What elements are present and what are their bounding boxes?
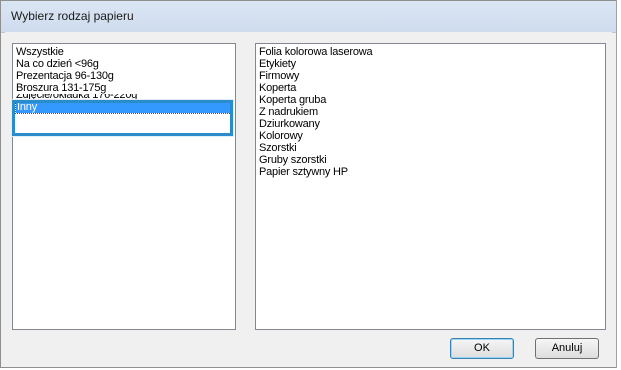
list-item[interactable]: Koperta — [256, 82, 605, 94]
paper-type-list[interactable]: Folia kolorowa laserowa Etykiety Firmowy… — [255, 43, 606, 330]
list-item[interactable]: Szorstki — [256, 142, 605, 154]
list-item[interactable]: Kolorowy — [256, 130, 605, 142]
list-item-brochure[interactable]: Broszura 131-175g — [13, 82, 235, 94]
list-item-everyday[interactable]: Na co dzień <96g — [13, 58, 235, 70]
title-bar: Wybierz rodzaj papieru — [1, 1, 616, 33]
list-item[interactable]: Papier sztywny HP — [256, 166, 605, 178]
list-item[interactable]: Gruby szorstki — [256, 154, 605, 166]
ok-button[interactable]: OK — [450, 338, 514, 359]
list-item[interactable]: Dziurkowany — [256, 118, 605, 130]
list-item[interactable]: Z nadrukiem — [256, 106, 605, 118]
selection-callout-frame — [12, 100, 233, 136]
dialog-body: Wszystkie Na co dzień <96g Prezentacja 9… — [5, 32, 612, 363]
paper-type-dialog: Wybierz rodzaj papieru Wszystkie Na co d… — [0, 0, 617, 368]
list-item[interactable]: Koperta gruba — [256, 94, 605, 106]
dialog-title: Wybierz rodzaj papieru — [11, 9, 134, 23]
cancel-button[interactable]: Anuluj — [535, 338, 599, 359]
list-item[interactable]: Firmowy — [256, 70, 605, 82]
list-item[interactable]: Folia kolorowa laserowa — [256, 46, 605, 58]
list-item-all[interactable]: Wszystkie — [13, 46, 235, 58]
list-item-presentation[interactable]: Prezentacja 96-130g — [13, 70, 235, 82]
paper-category-list[interactable]: Wszystkie Na co dzień <96g Prezentacja 9… — [12, 43, 236, 330]
list-item[interactable]: Etykiety — [256, 58, 605, 70]
